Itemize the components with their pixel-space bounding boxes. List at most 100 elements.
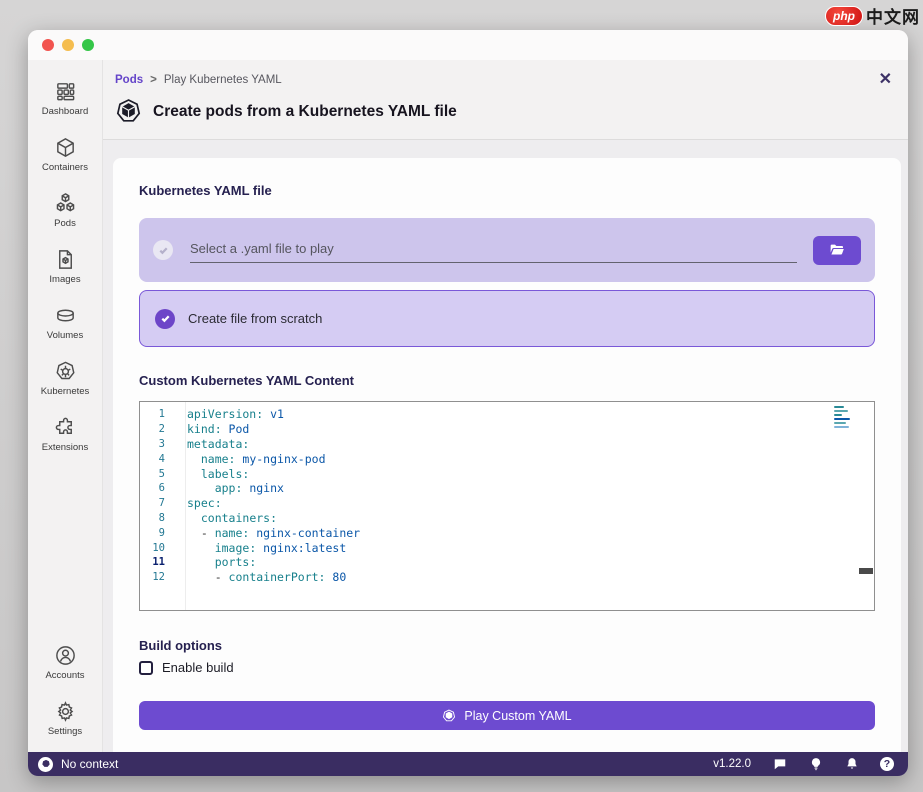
sidebar-item-label: Accounts (45, 670, 84, 681)
yaml-code-editor[interactable]: 1apiVersion: v1 2kind: Pod 3metadata: 4 … (139, 401, 875, 611)
line-number: 4 (140, 453, 175, 465)
code-text: ports: (175, 555, 256, 569)
code-text: - containerPort: 80 (175, 570, 346, 584)
browse-file-button[interactable] (813, 236, 861, 265)
page-header: Pods > Play Kubernetes YAML ✕ Create pod… (103, 60, 908, 140)
code-line: 11 ports: (140, 555, 874, 570)
kube-context-selector[interactable]: No context (38, 757, 118, 772)
code-line: 7spec: (140, 496, 874, 511)
editor-scrollbar[interactable] (859, 568, 873, 574)
page-title: Create pods from a Kubernetes YAML file (153, 103, 457, 121)
close-window-button[interactable] (42, 39, 54, 51)
line-number: 10 (140, 542, 175, 554)
code-text: apiVersion: v1 (175, 407, 284, 421)
sidebar: Dashboard Containers Pods Images Volumes (28, 60, 103, 752)
context-label: No context (61, 757, 118, 771)
enable-build-row: Enable build (139, 660, 875, 675)
zoom-window-button[interactable] (82, 39, 94, 51)
sidebar-item-extensions[interactable]: Extensions (28, 406, 102, 462)
pod-icon (115, 98, 142, 125)
play-custom-yaml-button[interactable]: Play Custom YAML (139, 701, 875, 730)
sidebar-item-label: Dashboard (42, 106, 88, 117)
sidebar-item-label: Kubernetes (41, 386, 90, 397)
app-version: v1.22.0 (713, 758, 751, 770)
code-line: 6 app: nginx (140, 481, 874, 496)
code-text: metadata: (175, 437, 249, 451)
file-option-check-icon[interactable] (153, 240, 173, 260)
code-text: kind: Pod (175, 422, 249, 436)
code-text: - name: nginx-container (175, 526, 360, 540)
breadcrumb-current: Play Kubernetes YAML (164, 74, 282, 86)
scratch-option-label: Create file from scratch (188, 311, 322, 326)
php-cn-watermark: php 中文网 (825, 3, 920, 28)
context-icon (38, 757, 53, 772)
content-area: Kubernetes YAML file (103, 140, 908, 752)
line-number: 5 (140, 468, 175, 480)
sidebar-item-kubernetes[interactable]: Kubernetes (28, 350, 102, 406)
status-bar: No context v1.22.0 ? (28, 752, 908, 776)
line-number: 9 (140, 527, 175, 539)
gutter-divider (185, 402, 186, 610)
sidebar-item-label: Extensions (42, 442, 88, 453)
sidebar-item-label: Pods (54, 218, 76, 229)
code-line: 1apiVersion: v1 (140, 407, 874, 422)
statusbar-right: v1.22.0 ? (713, 757, 894, 772)
sidebar-item-dashboard[interactable]: Dashboard (28, 70, 102, 126)
sidebar-item-settings[interactable]: Settings (28, 690, 102, 746)
images-icon (54, 248, 77, 271)
sidebar-item-volumes[interactable]: Volumes (28, 294, 102, 350)
breadcrumb-separator: > (150, 74, 157, 86)
check-icon (155, 309, 175, 329)
code-text: image: nginx:latest (175, 541, 346, 555)
code-text: name: my-nginx-pod (175, 452, 326, 466)
main-panel: Pods > Play Kubernetes YAML ✕ Create pod… (103, 60, 908, 752)
app-window: Dashboard Containers Pods Images Volumes (28, 30, 908, 776)
line-number: 6 (140, 482, 175, 494)
lightbulb-icon[interactable] (808, 757, 823, 772)
enable-build-label: Enable build (162, 660, 234, 675)
form-card: Kubernetes YAML file (113, 158, 901, 752)
sidebar-item-containers[interactable]: Containers (28, 126, 102, 182)
yaml-file-picker-box (139, 218, 875, 282)
editor-minimap[interactable] (834, 406, 858, 428)
line-number: 7 (140, 497, 175, 509)
containers-icon (54, 136, 77, 159)
gear-icon (54, 700, 77, 723)
close-icon[interactable]: ✕ (879, 72, 892, 88)
sidebar-item-pods[interactable]: Pods (28, 182, 102, 238)
enable-build-checkbox[interactable] (139, 661, 153, 675)
yaml-file-input[interactable] (190, 237, 797, 263)
code-line: 5 labels: (140, 466, 874, 481)
code-line: 12 - containerPort: 80 (140, 570, 874, 585)
line-number: 8 (140, 512, 175, 524)
sidebar-item-label: Containers (42, 162, 88, 173)
help-icon[interactable]: ? (880, 757, 894, 771)
breadcrumb-pods-link[interactable]: Pods (115, 74, 143, 86)
sidebar-item-accounts[interactable]: Accounts (28, 634, 102, 690)
play-button-label: Play Custom YAML (464, 709, 571, 723)
kubernetes-icon (54, 360, 77, 383)
bell-icon[interactable] (844, 757, 859, 772)
create-from-scratch-option[interactable]: Create file from scratch (139, 290, 875, 347)
line-number: 11 (140, 556, 175, 568)
window-titlebar (28, 30, 908, 60)
minimize-window-button[interactable] (62, 39, 74, 51)
line-number: 12 (140, 571, 175, 583)
pods-icon (54, 192, 77, 215)
breadcrumb: Pods > Play Kubernetes YAML ✕ (115, 72, 892, 88)
volumes-icon (54, 304, 77, 327)
code-text: labels: (175, 467, 249, 481)
title-row: Create pods from a Kubernetes YAML file (115, 98, 892, 125)
php-logo: php (825, 6, 863, 26)
feedback-comment-icon[interactable] (772, 757, 787, 772)
line-number: 1 (140, 408, 175, 420)
code-line: 3metadata: (140, 437, 874, 452)
code-line: 2kind: Pod (140, 422, 874, 437)
sidebar-item-images[interactable]: Images (28, 238, 102, 294)
code-text: spec: (175, 496, 222, 510)
build-options-label: Build options (139, 638, 875, 653)
window-controls (42, 39, 94, 51)
line-number: 2 (140, 423, 175, 435)
pod-play-icon (442, 709, 456, 723)
file-input-wrap (190, 237, 797, 263)
